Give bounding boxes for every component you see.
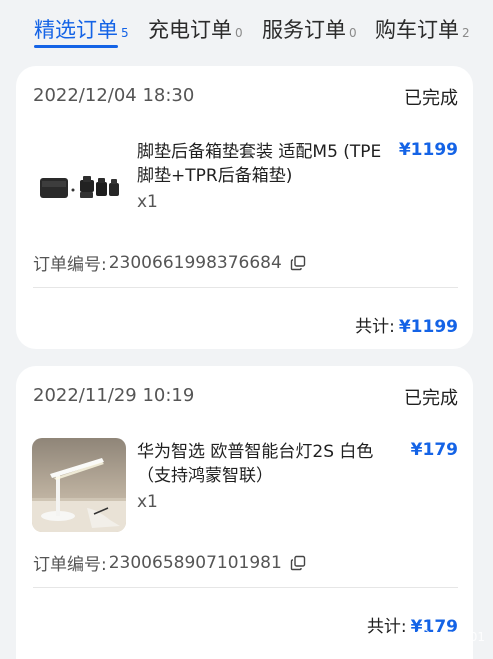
total-amount: ¥1199 bbox=[398, 317, 458, 337]
order-total: 共计: ¥1199 bbox=[355, 312, 458, 337]
order-date: 2022/11/29 10:19 bbox=[33, 385, 195, 406]
order-tabs: 精选订单 5 充电订单 0 服务订单 0 购车订单 2 bbox=[0, 0, 493, 58]
tab-service-orders[interactable]: 服务订单 0 bbox=[262, 14, 357, 44]
tab-label: 服务订单 bbox=[262, 18, 346, 42]
order-status: 已完成 bbox=[404, 88, 458, 109]
product-name[interactable]: 华为智选 欧普智能台灯2S 白色（支持鸿蒙智联） bbox=[137, 440, 397, 488]
total-label: 共计: bbox=[366, 617, 407, 637]
watermark: @那谊01 bbox=[414, 628, 485, 645]
tab-label: 充电订单 bbox=[148, 18, 232, 42]
order-card[interactable]: 2022/12/04 18:30 已完成 脚垫后备箱垫套装 适配M5 (TPE脚… bbox=[16, 66, 473, 349]
product-image[interactable] bbox=[32, 438, 126, 532]
watermark-text: @那谊01 bbox=[433, 630, 485, 644]
order-card[interactable]: 2022/11/29 10:19 已完成 华为智选 欧普智能台灯2S 白色（支持… bbox=[16, 366, 473, 659]
tab-charging-orders[interactable]: 充电订单 0 bbox=[148, 14, 243, 44]
product-name[interactable]: 脚垫后备箱垫套装 适配M5 (TPE脚垫+TPR后备箱垫) bbox=[137, 140, 397, 188]
copy-icon[interactable] bbox=[290, 255, 306, 271]
watermark-logo-icon bbox=[414, 628, 431, 645]
divider bbox=[33, 287, 458, 288]
desk-lamp-image bbox=[32, 458, 126, 532]
order-status: 已完成 bbox=[404, 388, 458, 409]
product-price: ¥1199 bbox=[398, 140, 458, 160]
total-label: 共计: bbox=[355, 317, 395, 337]
divider bbox=[33, 587, 458, 588]
tab-label: 购车订单 bbox=[375, 18, 459, 42]
tab-car-purchase-orders[interactable]: 购车订单 2 bbox=[375, 14, 470, 44]
tab-count: 0 bbox=[235, 26, 243, 40]
tab-count: 5 bbox=[121, 26, 129, 40]
tab-count: 0 bbox=[349, 26, 357, 40]
order-number-label: 订单编号: bbox=[33, 255, 107, 275]
product-quantity: x1 bbox=[137, 192, 158, 212]
order-number-row: 订单编号: 2300661998376684 bbox=[33, 250, 306, 275]
tab-label: 精选订单 bbox=[34, 18, 118, 42]
floor-mat-set-image bbox=[40, 176, 119, 198]
order-number: 2300658907101981 bbox=[108, 552, 282, 573]
tab-featured-orders[interactable]: 精选订单 5 bbox=[34, 14, 129, 44]
product-price: ¥179 bbox=[410, 440, 458, 460]
order-number: 2300661998376684 bbox=[108, 252, 282, 273]
order-date: 2022/12/04 18:30 bbox=[33, 85, 195, 106]
copy-icon[interactable] bbox=[290, 555, 306, 571]
order-number-row: 订单编号: 2300658907101981 bbox=[33, 550, 306, 575]
tab-count: 2 bbox=[462, 26, 470, 40]
active-tab-indicator bbox=[34, 45, 118, 48]
product-quantity: x1 bbox=[137, 492, 158, 512]
product-image[interactable] bbox=[32, 138, 126, 232]
order-number-label: 订单编号: bbox=[33, 555, 107, 575]
